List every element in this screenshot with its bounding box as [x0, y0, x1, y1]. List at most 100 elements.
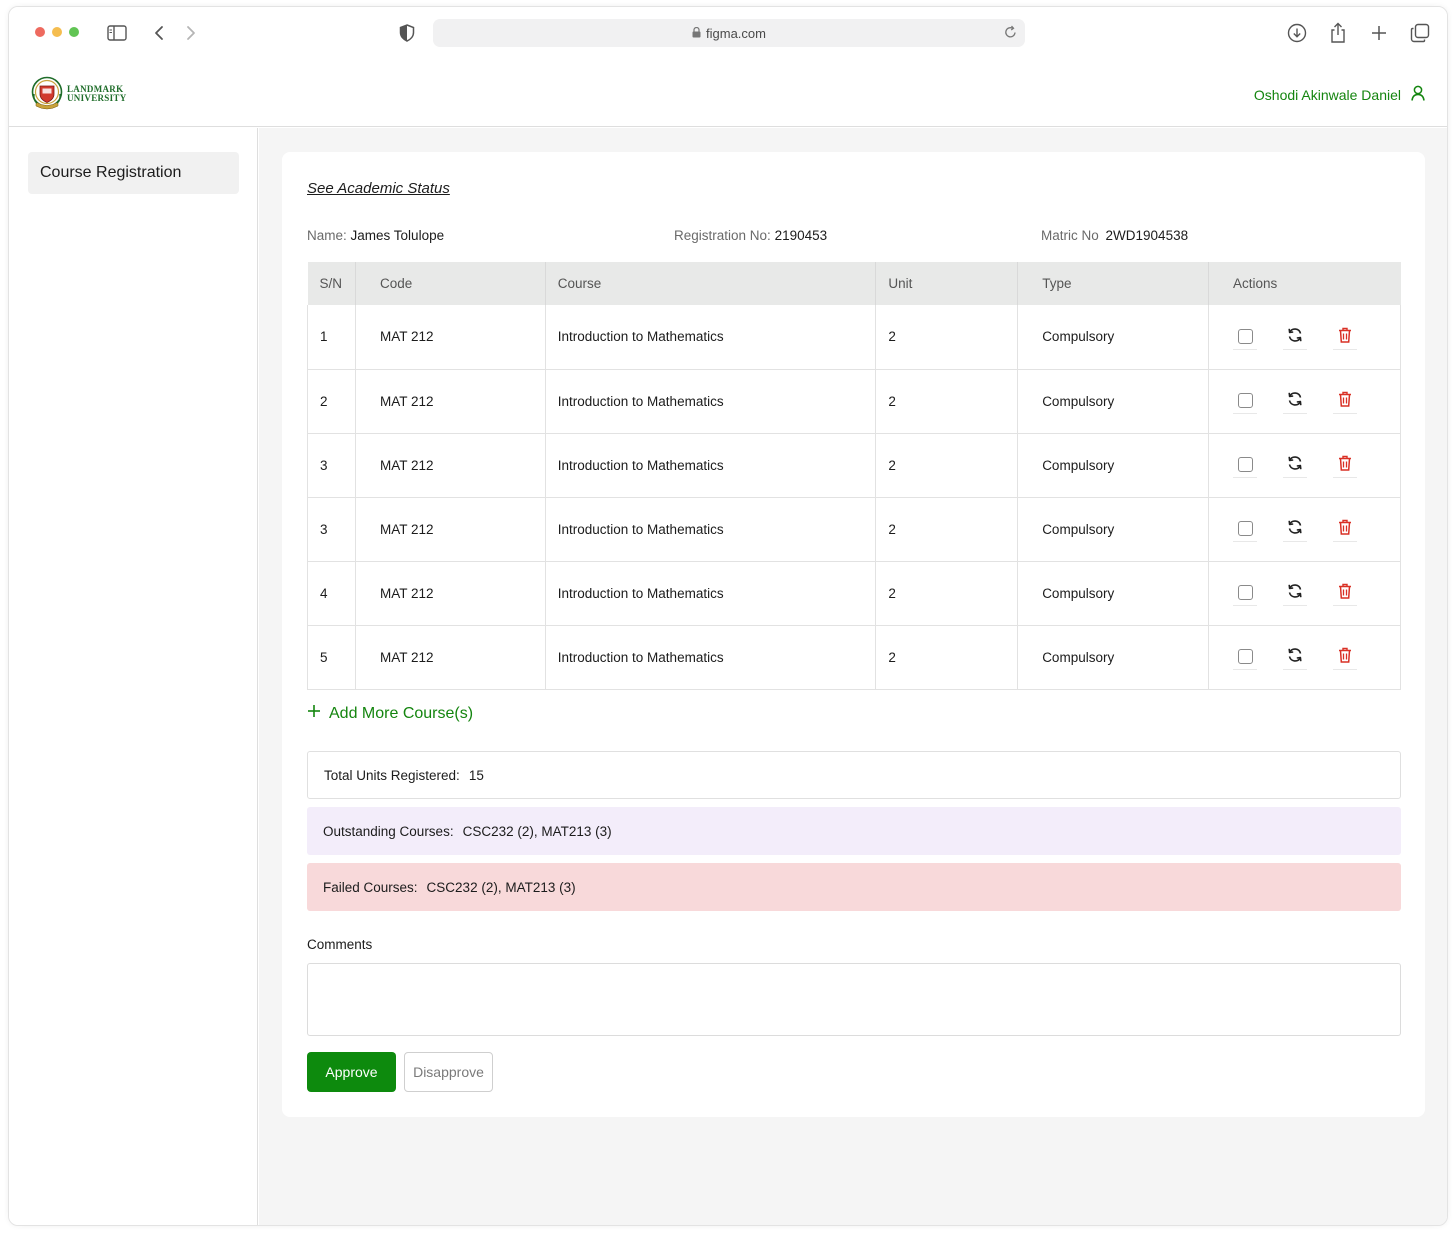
- cell-code: MAT 212: [355, 433, 546, 498]
- table-row: 2 MAT 212 Introduction to Mathematics 2 Comp…: [307, 369, 1401, 434]
- replace-course-button[interactable]: [1283, 324, 1308, 350]
- university-crest-icon: [31, 76, 63, 110]
- trash-icon: [1338, 327, 1352, 346]
- sidebar-toggle-icon[interactable]: [105, 21, 129, 45]
- select-checkbox[interactable]: [1233, 452, 1258, 478]
- checkbox-box[interactable]: [1237, 649, 1253, 664]
- university-logo[interactable]: LANDMARK UNIVERSITY: [31, 76, 127, 112]
- sidebar-item-course-registration[interactable]: Course Registration: [28, 152, 239, 194]
- row-actions: [1233, 516, 1400, 542]
- cell-actions: [1208, 561, 1401, 626]
- checkbox-box[interactable]: [1237, 328, 1253, 344]
- delete-course-button[interactable]: [1333, 516, 1358, 542]
- checkbox-box[interactable]: [1237, 521, 1253, 536]
- cell-course: Introduction to Mathematics: [545, 561, 877, 626]
- refresh-icon: [1287, 647, 1303, 666]
- back-icon[interactable]: [147, 21, 171, 45]
- cell-sn: 2: [307, 369, 356, 434]
- comments-input[interactable]: [307, 963, 1401, 1036]
- add-more-label: Add More Course(s): [329, 704, 474, 722]
- table-row: 5 MAT 212 Introduction to Mathematics 2 Comp…: [307, 625, 1401, 690]
- new-tab-icon[interactable]: [1367, 21, 1391, 45]
- cell-sn: 4: [307, 561, 356, 626]
- cell-course: Introduction to Mathematics: [545, 497, 877, 562]
- browser-toolbar: figma.com: [9, 7, 1447, 59]
- cell-unit: 2: [875, 369, 1019, 434]
- address-bar[interactable]: figma.com: [433, 19, 1025, 47]
- checkbox-box[interactable]: [1237, 585, 1253, 600]
- delete-course-button[interactable]: [1333, 580, 1358, 606]
- cell-unit: 2: [875, 625, 1019, 690]
- user-icon: [1411, 85, 1425, 104]
- cell-actions: [1208, 497, 1401, 562]
- forward-icon[interactable]: [179, 21, 203, 45]
- close-window-button[interactable]: [35, 27, 45, 37]
- cell-type: Compulsory: [1017, 561, 1210, 626]
- checkbox-box[interactable]: [1237, 457, 1253, 472]
- cell-course: Introduction to Mathematics: [545, 625, 877, 690]
- cell-code: MAT 212: [355, 305, 546, 370]
- select-checkbox[interactable]: [1233, 324, 1258, 350]
- share-icon[interactable]: [1326, 21, 1350, 45]
- user-menu[interactable]: Oshodi Akinwale Daniel: [1254, 85, 1425, 104]
- column-header-sn: S/N: [307, 262, 356, 305]
- app-header: LANDMARK UNIVERSITY Oshodi Akinwale Dani…: [9, 60, 1447, 127]
- add-more-courses-button[interactable]: Add More Course(s): [307, 704, 473, 723]
- cell-sn: 3: [307, 433, 356, 498]
- cell-actions: [1208, 625, 1401, 690]
- sidebar: Course Registration: [9, 128, 258, 1225]
- zoom-window-button[interactable]: [69, 27, 79, 37]
- registration-card: See Academic Status Name: James Tolulope…: [282, 152, 1425, 1117]
- replace-course-button[interactable]: [1283, 580, 1308, 606]
- table-row: 1 MAT 212 Introduction to Mathematics 2 Comp…: [307, 305, 1401, 370]
- select-checkbox[interactable]: [1233, 516, 1258, 542]
- cell-sn: 1: [307, 305, 356, 370]
- total-units-value: 15: [468, 767, 484, 783]
- student-name-value: James Tolulope: [350, 228, 445, 243]
- replace-course-button[interactable]: [1283, 516, 1308, 542]
- tab-overview-icon[interactable]: [1408, 21, 1432, 45]
- replace-course-button[interactable]: [1283, 388, 1308, 414]
- select-checkbox[interactable]: [1233, 580, 1258, 606]
- cell-sn: 3: [307, 497, 356, 562]
- cell-type: Compulsory: [1017, 497, 1210, 562]
- approve-button[interactable]: Approve: [307, 1052, 396, 1092]
- delete-course-button[interactable]: [1333, 452, 1358, 478]
- privacy-shield-icon[interactable]: [395, 21, 419, 45]
- delete-course-button[interactable]: [1333, 324, 1358, 350]
- reload-icon[interactable]: [1004, 25, 1017, 42]
- courses-table: S/N Code Course Unit Type Actions 1 MAT 2…: [307, 262, 1401, 690]
- lock-icon: [692, 26, 701, 41]
- matric-no-field: Matric No 2WD1904538: [1041, 228, 1188, 243]
- refresh-icon: [1287, 327, 1303, 346]
- failed-courses-value: CSC232 (2), MAT213 (3): [426, 879, 576, 895]
- delete-course-button[interactable]: [1333, 644, 1358, 670]
- cell-actions: [1208, 305, 1401, 370]
- matric-no-label: Matric No: [1041, 228, 1099, 243]
- disapprove-button[interactable]: Disapprove: [404, 1052, 493, 1092]
- see-academic-status-link[interactable]: See Academic Status: [307, 180, 450, 197]
- cell-unit: 2: [875, 497, 1019, 562]
- cell-course: Introduction to Mathematics: [545, 305, 877, 370]
- comments-label: Comments: [307, 937, 373, 952]
- select-checkbox[interactable]: [1233, 388, 1258, 414]
- select-checkbox[interactable]: [1233, 644, 1258, 670]
- cell-code: MAT 212: [355, 561, 546, 626]
- trash-icon: [1338, 519, 1352, 538]
- checkbox-box[interactable]: [1237, 393, 1253, 408]
- student-name-label: Name:: [307, 228, 347, 243]
- minimize-window-button[interactable]: [52, 27, 62, 37]
- row-actions: [1233, 452, 1400, 478]
- student-name-field: Name: James Tolulope: [307, 228, 444, 243]
- replace-course-button[interactable]: [1283, 452, 1308, 478]
- plus-icon: [307, 704, 321, 723]
- download-icon[interactable]: [1285, 21, 1309, 45]
- replace-course-button[interactable]: [1283, 644, 1308, 670]
- delete-course-button[interactable]: [1333, 388, 1358, 414]
- outstanding-courses-value: CSC232 (2), MAT213 (3): [462, 823, 612, 839]
- cell-type: Compulsory: [1017, 305, 1210, 370]
- column-header-unit: Unit: [875, 262, 1019, 305]
- column-header-actions: Actions: [1208, 262, 1401, 305]
- main-content: See Academic Status Name: James Tolulope…: [259, 128, 1447, 1225]
- logo-wordmark: LANDMARK UNIVERSITY: [67, 85, 127, 103]
